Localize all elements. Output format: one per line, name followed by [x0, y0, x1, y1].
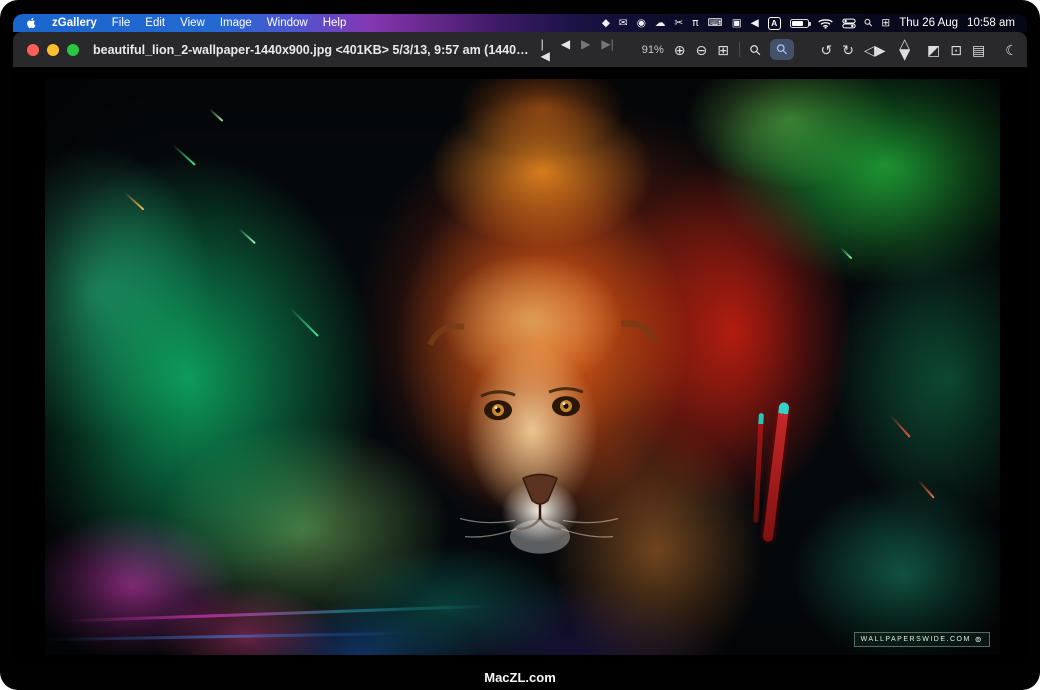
menu-view[interactable]: View: [180, 17, 205, 29]
minimize-button[interactable]: [47, 44, 59, 56]
wifi-icon[interactable]: [818, 18, 833, 29]
watermark: WALLPAPERSWIDE.COM ⊚: [854, 632, 990, 647]
zoom-tool-button-selected[interactable]: ⚲: [770, 39, 794, 60]
input-source-icon[interactable]: A: [768, 17, 781, 30]
spotlight-icon[interactable]: ⚲: [862, 17, 875, 30]
meteor-streak: [289, 307, 319, 337]
watermark-text: WALLPAPERSWIDE.COM: [861, 636, 971, 643]
toolbar: ⊕ ⊖ ⊞ ⚲ ⚲ ↺ ↻ ◁▶ ◁▶ ◩ ⊡ ▤ ☾ ⊙ »: [674, 39, 1027, 60]
macbook-frame: zGallery File Edit View Image Window Hel…: [0, 0, 1040, 690]
zoom-actual-button[interactable]: ⚲: [746, 41, 763, 58]
battery-fill: [792, 21, 803, 26]
last-image-button[interactable]: ▶|: [601, 38, 613, 62]
light-ray: [45, 632, 408, 641]
lion-image[interactable]: WALLPAPERSWIDE.COM ⊚: [45, 79, 1000, 655]
bridge-icon[interactable]: π: [692, 18, 698, 29]
display-icon[interactable]: ▣: [732, 18, 742, 29]
rotate-ccw-button[interactable]: ↺: [820, 43, 832, 57]
mail-icon[interactable]: ✉: [619, 18, 628, 29]
menubar: zGallery File Edit View Image Window Hel…: [13, 14, 1027, 32]
zoom-fit-button[interactable]: ⊞: [717, 43, 729, 57]
meteor-streak: [209, 108, 224, 122]
app-menu-name[interactable]: zGallery: [52, 17, 97, 29]
dropbox-icon[interactable]: ◆: [602, 18, 610, 29]
flip-vertical-button[interactable]: ◁▶: [899, 39, 913, 61]
meteor-streak: [839, 246, 852, 259]
menubar-status-area: ◆ ✉ ◉ ☁ ✂ π ⌨ ▣ ◀ A: [602, 17, 1015, 30]
zoom-in-button[interactable]: ⊕: [674, 43, 686, 57]
watermark-globe-icon: ⊚: [975, 635, 983, 644]
viewer-canvas: WALLPAPERSWIDE.COM ⊚: [13, 67, 1027, 662]
traffic-lights: [27, 44, 79, 56]
menubar-clock[interactable]: 10:58 am: [967, 17, 1015, 29]
screen: zGallery File Edit View Image Window Hel…: [13, 14, 1027, 662]
rotate-cw-button[interactable]: ↻: [842, 43, 854, 57]
menu-file[interactable]: File: [112, 17, 131, 29]
cloud-icon[interactable]: ☁: [655, 18, 666, 29]
menu-help[interactable]: Help: [323, 17, 347, 29]
close-button[interactable]: [27, 44, 39, 56]
dark-mode-button[interactable]: ☾: [1005, 43, 1018, 57]
lion-face-drawing: [45, 79, 1000, 655]
volume-icon[interactable]: ◀: [751, 18, 759, 29]
keyboard-icon[interactable]: ⌨: [708, 18, 723, 29]
print-button[interactable]: ▤: [972, 43, 985, 57]
menu-image[interactable]: Image: [220, 17, 252, 29]
feather-ornament: [762, 401, 789, 541]
zoom-level: 91%: [642, 44, 664, 56]
firefox-icon[interactable]: ◉: [637, 18, 646, 29]
footer-brand: MacZL.com: [0, 670, 1040, 685]
feather-ornament: [754, 413, 765, 523]
toolbar-divider: [739, 42, 740, 57]
meteor-streak: [238, 227, 256, 243]
resize-button[interactable]: ⊡: [950, 43, 962, 57]
window-title: beautiful_lion_2-wallpaper-1440x900.jpg …: [93, 43, 529, 57]
magnifier-icon: ⚲: [773, 40, 792, 59]
meteor-streak: [917, 479, 935, 498]
menubar-date[interactable]: Thu 26 Aug: [899, 17, 958, 29]
meteor-streak: [172, 144, 196, 166]
previous-image-button[interactable]: ◀: [561, 38, 570, 62]
meteor-streak: [890, 414, 912, 438]
screen-mirroring-icon[interactable]: ⊞: [881, 18, 890, 29]
control-center-icon[interactable]: [842, 18, 856, 29]
battery-icon[interactable]: [790, 19, 809, 28]
adjust-button[interactable]: ◩: [927, 43, 940, 57]
menu-window[interactable]: Window: [267, 17, 308, 29]
image-nav-group: |◀ ◀ ▶ ▶|: [541, 38, 614, 62]
scissors-icon[interactable]: ✂: [674, 18, 683, 29]
flip-horizontal-button[interactable]: ◁▶: [864, 43, 886, 57]
window-titlebar[interactable]: beautiful_lion_2-wallpaper-1440x900.jpg …: [13, 32, 1027, 67]
fullscreen-button[interactable]: [67, 44, 79, 56]
light-ray: [64, 604, 494, 622]
first-image-button[interactable]: |◀: [541, 38, 550, 62]
apple-menu-icon[interactable]: [25, 16, 37, 30]
zoom-out-button[interactable]: ⊖: [695, 43, 707, 57]
next-image-button[interactable]: ▶: [581, 38, 590, 62]
menu-edit[interactable]: Edit: [145, 17, 165, 29]
meteor-streak: [124, 192, 145, 211]
